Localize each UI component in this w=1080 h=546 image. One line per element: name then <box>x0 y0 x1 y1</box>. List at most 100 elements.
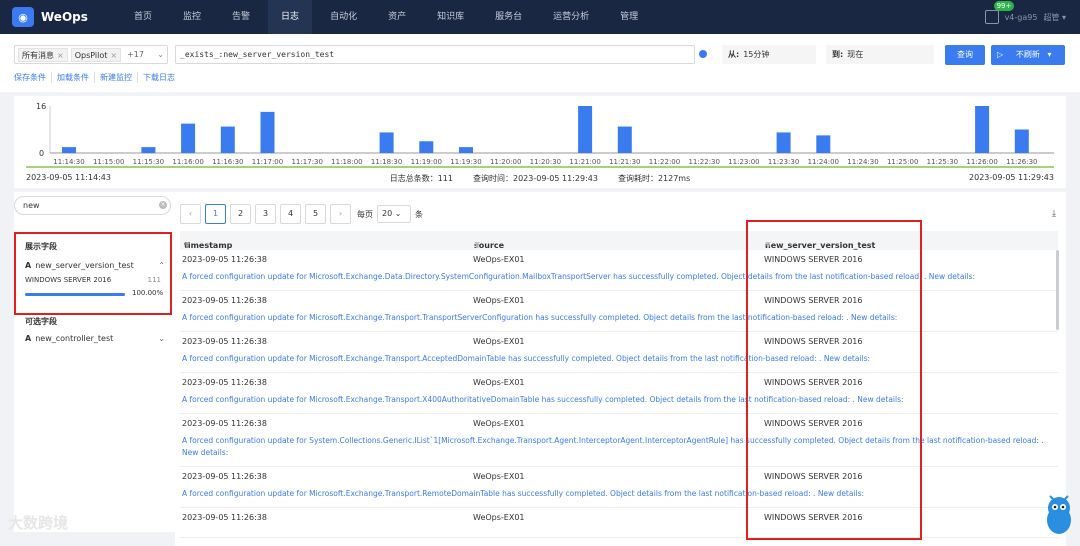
top-right-area: 99+ v4-ga95 超管 ▾ <box>984 0 1066 34</box>
more-tags-count[interactable]: +17 <box>124 50 147 59</box>
histogram-bar[interactable] <box>975 106 990 153</box>
field-name: new_controller_test <box>35 334 114 343</box>
histogram-bar[interactable] <box>816 135 831 153</box>
mascot-icon[interactable] <box>1044 490 1074 536</box>
table-row[interactable]: 2023-09-05 11:26:38 WeOps-EX01 WINDOWS SER… <box>180 332 1058 373</box>
download-icon[interactable]: ⤓ <box>1052 209 1056 219</box>
table-row[interactable]: 2023-09-05 11:26:38 WeOps-EX01 WINDOWS SER… <box>180 373 1058 414</box>
elapsed-time: 查询耗时：2127ms <box>617 174 691 183</box>
field-value-row[interactable]: WINDOWS SERVER 2016 111 <box>25 276 161 284</box>
field-search-input[interactable]: new <box>14 196 171 215</box>
field-name: new_server_version_test <box>35 261 134 270</box>
histogram-bar[interactable] <box>1014 129 1029 154</box>
watermark: 大数跨境 <box>8 514 69 532</box>
nav-item-monitor[interactable]: 监控 <box>170 0 214 34</box>
value-percent: 100.00% <box>132 289 164 297</box>
clear-icon[interactable]: × <box>159 201 167 209</box>
x-tick-label: 11:22:30 <box>688 158 719 166</box>
chevron-down-icon[interactable]: ⌄ <box>158 334 165 343</box>
scrollbar[interactable] <box>1056 250 1059 330</box>
field-panel: new × 展示字段 Anew_server_version_test ⌃ WIN… <box>14 192 175 532</box>
x-tick-label: 11:18:30 <box>371 158 402 166</box>
tag-label: OpsPilot <box>74 50 108 60</box>
nav-item-automation[interactable]: 自动化 <box>317 0 370 34</box>
page-button[interactable]: 5 <box>305 204 326 224</box>
y-tick-label: 0 <box>39 149 44 158</box>
logo[interactable]: ◉ WeOps <box>12 7 112 27</box>
optional-field-item[interactable]: Anew_controller_test ⌄ <box>25 334 165 343</box>
page-size-value: 20 <box>382 209 393 218</box>
nav-item-assets[interactable]: 资产 <box>375 0 419 34</box>
refresh-dropdown[interactable]: ▷ 不刷新 ▾ <box>991 45 1065 65</box>
action-links: 保存条件 加载条件 新建监控 下载日志 <box>14 72 180 83</box>
x-tick-label: 11:20:30 <box>530 158 561 166</box>
histogram-bar[interactable] <box>379 132 394 153</box>
table-row[interactable]: 2023-09-05 11:26:38 WeOps-EX01 WINDOWS SER… <box>180 414 1058 467</box>
nav-item-service-desk[interactable]: 服务台 <box>482 0 535 34</box>
page-button[interactable]: 1 <box>205 204 226 224</box>
x-tick-label: 11:15:00 <box>93 158 124 166</box>
close-icon[interactable]: × <box>110 49 117 61</box>
download-logs-link[interactable]: 下载日志 <box>137 72 180 83</box>
field-value: WINDOWS SERVER 2016 <box>25 276 112 284</box>
nav-item-knowledge[interactable]: 知识库 <box>424 0 477 34</box>
histogram-bar[interactable] <box>181 123 196 153</box>
table-row[interactable]: 2023-09-05 11:26:38 WeOps-EX01 WINDOWS SER… <box>180 250 1058 291</box>
x-tick-label: 11:21:00 <box>569 158 600 166</box>
chevron-up-icon[interactable]: ⌃ <box>158 261 165 270</box>
x-tick-label: 11:26:30 <box>1006 158 1037 166</box>
notification-icon[interactable]: 99+ <box>984 1 1015 24</box>
histogram-bar[interactable] <box>578 106 593 153</box>
stream-selector[interactable]: 所有消息 × OpsPilot × +17 ⌄ <box>14 45 168 64</box>
next-page-button[interactable]: › <box>330 204 351 224</box>
value-count: 111 <box>147 276 161 284</box>
x-tick-label: 11:19:00 <box>411 158 442 166</box>
page-button[interactable]: 2 <box>230 204 251 224</box>
x-tick-label: 11:23:00 <box>728 158 759 166</box>
query-input[interactable]: _exists_:new_server_version_test <box>175 45 695 64</box>
close-icon[interactable]: × <box>57 49 64 61</box>
histogram-bar[interactable] <box>62 147 76 153</box>
histogram-bar[interactable] <box>419 141 434 153</box>
x-tick-label: 11:20:00 <box>490 158 521 166</box>
filter-icon[interactable]: ⊽ <box>184 241 191 250</box>
histogram-bar[interactable] <box>141 147 156 153</box>
new-monitor-link[interactable]: 新建监控 <box>94 72 137 83</box>
x-tick-label: 11:24:00 <box>808 158 839 166</box>
page-button[interactable]: 4 <box>280 204 301 224</box>
x-tick-label: 11:25:00 <box>887 158 918 166</box>
save-condition-link[interactable]: 保存条件 <box>14 72 51 83</box>
shown-field-item[interactable]: Anew_server_version_test ⌃ <box>25 261 165 270</box>
nav-item-alarm[interactable]: 告警 <box>219 0 263 34</box>
histogram-bar[interactable] <box>617 126 632 153</box>
main-nav: 首页 监控 告警 日志 自动化 资产 知识库 服务台 运营分析 管理 <box>121 0 656 34</box>
histogram-bar[interactable] <box>220 126 235 153</box>
x-tick-label: 11:21:30 <box>609 158 640 166</box>
load-condition-link[interactable]: 加载条件 <box>51 72 94 83</box>
table-row[interactable]: 2023-09-05 11:26:38 WeOps-EX01 WINDOWS SER… <box>180 467 1058 508</box>
nav-item-admin[interactable]: 管理 <box>607 0 651 34</box>
user-menu[interactable]: 超管 ▾ <box>1043 12 1066 23</box>
filter-icon[interactable]: ⊽ <box>474 241 481 250</box>
time-from-field[interactable]: 从: 15分钟 <box>722 45 816 64</box>
stream-tag[interactable]: OpsPilot × <box>70 47 122 62</box>
histogram-bar[interactable] <box>459 147 473 153</box>
cell-timestamp: 2023-09-05 11:26:38 <box>182 472 267 481</box>
user-name: 超管 <box>1043 12 1060 22</box>
table-row[interactable]: 2023-09-05 11:26:38 WeOps-EX01 WINDOWS SER… <box>180 508 1058 538</box>
x-tick-label: 11:19:30 <box>450 158 481 166</box>
page-size-select[interactable]: 20 ⌄ <box>377 205 411 223</box>
location-pin-icon[interactable] <box>699 50 707 58</box>
nav-item-home[interactable]: 首页 <box>121 0 165 34</box>
histogram-bar[interactable] <box>776 132 791 153</box>
search-button[interactable]: 查询 <box>945 45 985 65</box>
page-button[interactable]: 3 <box>255 204 276 224</box>
table-row[interactable]: 2023-09-05 11:26:38 WeOps-EX01 WINDOWS SER… <box>180 291 1058 332</box>
nav-item-logs[interactable]: 日志 <box>268 0 313 34</box>
stream-tag[interactable]: 所有消息 × <box>18 47 68 62</box>
time-to-field[interactable]: 到: 现在 <box>826 45 934 64</box>
histogram-bar[interactable] <box>260 111 275 153</box>
nav-item-analytics[interactable]: 运营分析 <box>540 0 602 34</box>
prev-page-button[interactable]: ‹ <box>180 204 201 224</box>
chevron-down-icon[interactable]: ⌄ <box>157 50 164 59</box>
